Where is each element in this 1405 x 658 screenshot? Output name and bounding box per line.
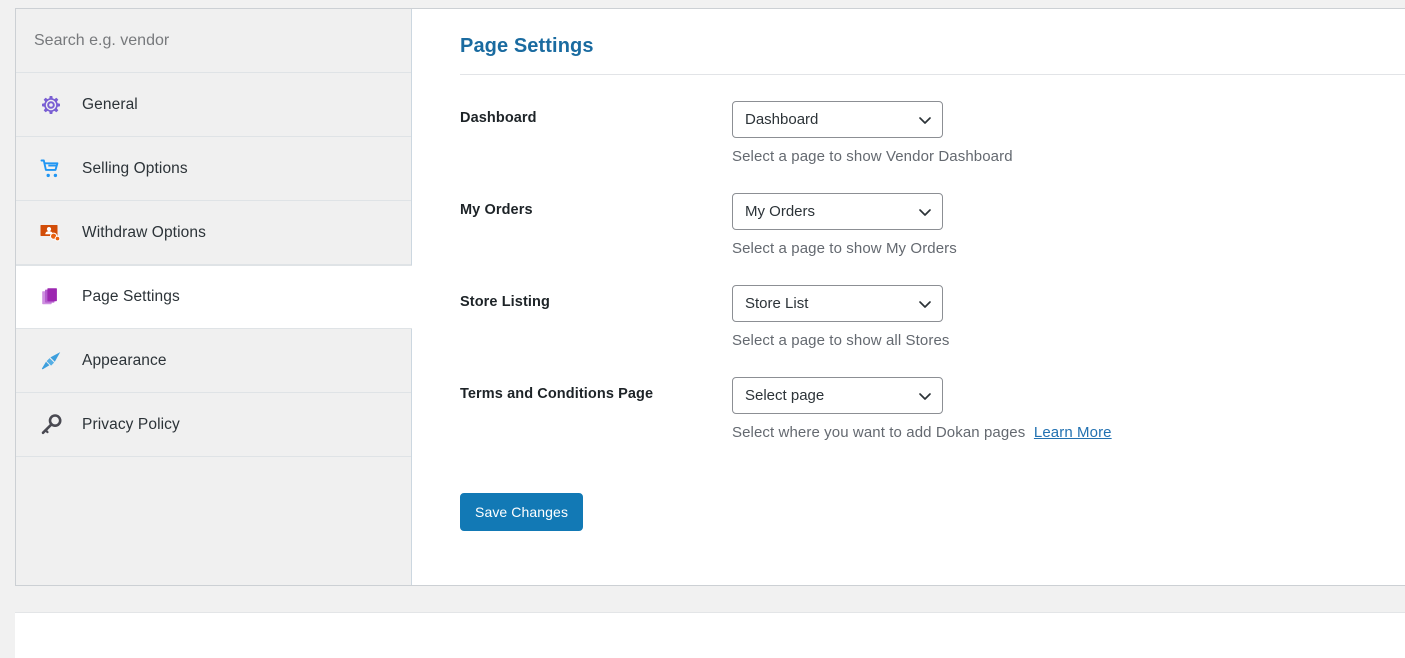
my-orders-select[interactable]: My Orders <box>732 193 943 230</box>
bottom-panel <box>15 612 1405 658</box>
field-control: My Orders Select a page to show My Order… <box>732 193 1405 257</box>
form-row-my-orders: My Orders My Orders Select a page to sho… <box>460 193 1405 257</box>
store-listing-select-wrap: Store List <box>732 285 943 322</box>
my-orders-select-wrap: My Orders <box>732 193 943 230</box>
dashboard-select-wrap: Dashboard <box>732 101 943 138</box>
field-control: Dashboard Select a page to show Vendor D… <box>732 101 1405 165</box>
field-help-text: Select a page to show all Stores <box>732 332 1405 349</box>
sidebar-item-general[interactable]: General <box>16 73 411 137</box>
field-label: Dashboard <box>460 110 537 126</box>
learn-more-link[interactable]: Learn More <box>1034 424 1112 441</box>
withdraw-icon <box>38 220 64 246</box>
terms-select-wrap: Select page <box>732 377 943 414</box>
sidebar-item-selling-options[interactable]: Selling Options <box>16 137 411 201</box>
brush-icon <box>38 348 64 374</box>
field-label: My Orders <box>460 202 533 218</box>
top-strip <box>0 0 1405 8</box>
sidebar-item-label: Page Settings <box>82 288 180 305</box>
form-row-store-listing: Store Listing Store List Select a page t… <box>460 285 1405 349</box>
title-divider <box>460 74 1405 75</box>
store-listing-select[interactable]: Store List <box>732 285 943 322</box>
key-icon <box>38 412 64 438</box>
settings-sidebar: General Selling Options <box>16 9 412 585</box>
form-row-terms-and-conditions: Terms and Conditions Page Select page Se… <box>460 377 1405 441</box>
sidebar-item-label: General <box>82 95 138 113</box>
sidebar-item-label: Appearance <box>82 351 167 369</box>
field-label: Terms and Conditions Page <box>460 386 654 402</box>
settings-panel: General Selling Options <box>15 8 1405 586</box>
cart-icon <box>38 156 64 182</box>
help-text: Select a page to show My Orders <box>732 240 957 257</box>
dashboard-select[interactable]: Dashboard <box>732 101 943 138</box>
help-text: Select a page to show Vendor Dashboard <box>732 148 1013 165</box>
help-text: Select a page to show all Stores <box>732 332 950 349</box>
settings-content: Page Settings Dashboard Dashboard Select… <box>412 9 1405 585</box>
field-help-text: Select where you want to add Dokan pages… <box>732 424 1405 441</box>
field-control: Store List Select a page to show all Sto… <box>732 285 1405 349</box>
field-help-text: Select a page to show My Orders <box>732 240 1405 257</box>
gear-icon <box>38 92 64 118</box>
field-help-text: Select a page to show Vendor Dashboard <box>732 148 1405 165</box>
terms-select[interactable]: Select page <box>732 377 943 414</box>
sidebar-empty-area <box>16 457 411 585</box>
panel-gap <box>0 587 1405 612</box>
sidebar-search-row <box>16 9 411 73</box>
help-text: Select where you want to add Dokan pages <box>732 424 1026 441</box>
sidebar-item-privacy-policy[interactable]: Privacy Policy <box>16 393 411 457</box>
sidebar-item-withdraw-options[interactable]: Withdraw Options <box>16 201 411 265</box>
field-control: Select page Select where you want to add… <box>732 377 1405 441</box>
save-changes-button[interactable]: Save Changes <box>460 493 584 531</box>
sidebar-item-label: Privacy Policy <box>82 415 180 433</box>
sidebar-item-label: Selling Options <box>82 159 188 177</box>
pages-icon <box>38 284 64 310</box>
sidebar-item-label: Withdraw Options <box>82 223 206 241</box>
search-input[interactable] <box>34 31 411 50</box>
form-row-dashboard: Dashboard Dashboard Select a page to sho… <box>460 101 1405 165</box>
sidebar-item-page-settings[interactable]: Page Settings <box>16 265 412 329</box>
field-label: Store Listing <box>460 294 550 310</box>
page-root: General Selling Options <box>0 0 1405 658</box>
page-title: Page Settings <box>460 35 594 57</box>
sidebar-item-appearance[interactable]: Appearance <box>16 329 411 393</box>
